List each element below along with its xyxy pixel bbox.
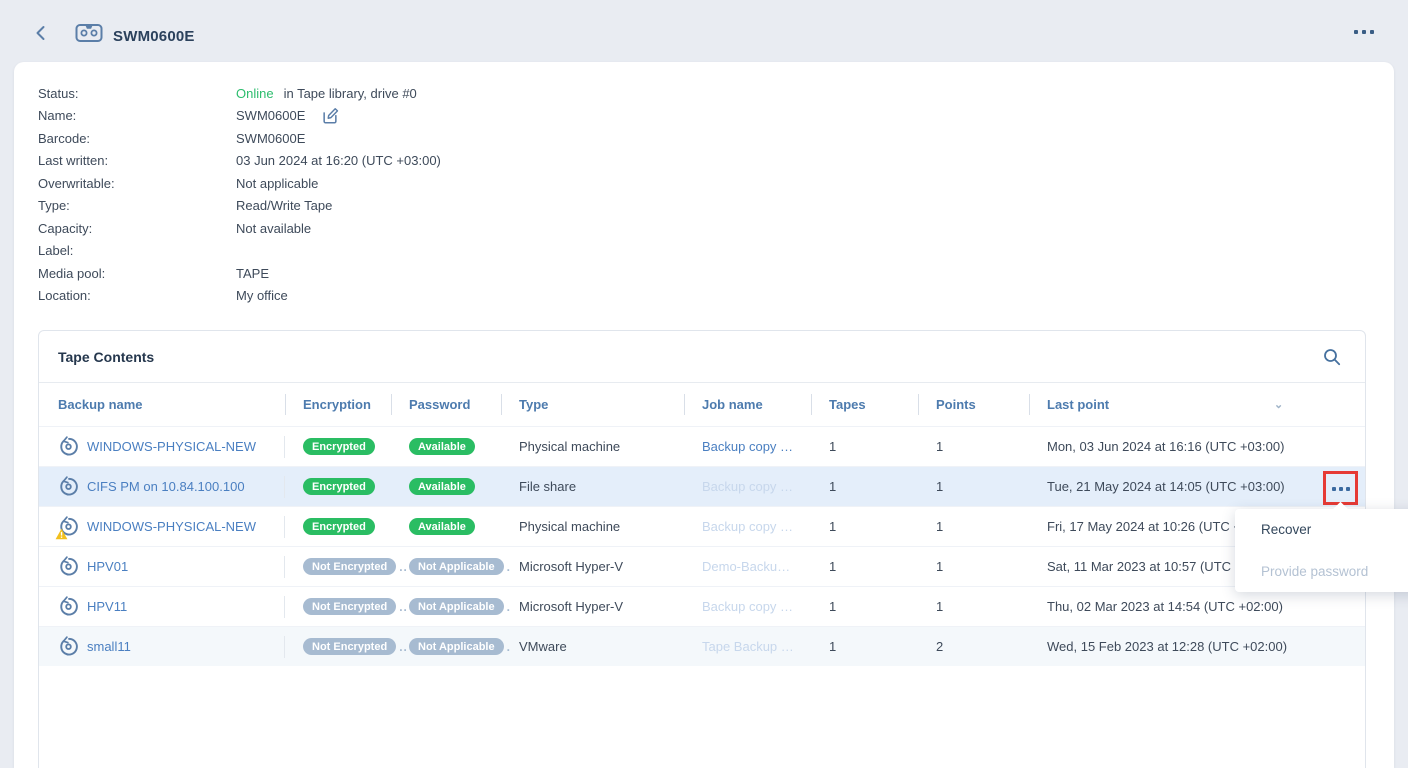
column-header-points[interactable]: Points (918, 383, 1029, 426)
detail-row-last-written: Last written: 03 Jun 2024 at 16:20 (UTC … (38, 150, 441, 173)
type-cell: Microsoft Hyper-V (501, 547, 684, 586)
password-badge: Not Applicable (409, 558, 504, 575)
type-cell: File share (501, 467, 684, 506)
job-name-link[interactable]: Backup copy … (702, 439, 793, 454)
backup-name-link[interactable]: small11 (87, 639, 131, 654)
tapes-cell: 1 (811, 587, 918, 626)
job-name-link: Demo-Backu… (702, 559, 790, 574)
menu-item-provide-password: Provide password (1235, 551, 1408, 593)
password-badge: Available (409, 478, 475, 495)
restore-point-warning-icon (58, 516, 79, 537)
points-cell: 1 (918, 507, 1029, 546)
job-name-link: Backup copy … (702, 479, 793, 494)
page-actions-ellipsis-icon[interactable] (1354, 30, 1374, 34)
column-header-type[interactable]: Type (501, 383, 684, 426)
last-point-cell: Thu, 02 Mar 2023 at 14:54 (UTC +02:00) (1029, 587, 1365, 626)
detail-row-name: Name: SWM0600E (38, 105, 441, 128)
column-header-backup-name[interactable]: Backup name (39, 383, 285, 426)
column-header-password[interactable]: Password (391, 383, 501, 426)
table-row[interactable]: HPV01 Not Encrypted.. Not Applicable. Mi… (39, 546, 1365, 586)
top-bar: SWM0600E (0, 0, 1408, 62)
table-row[interactable]: HPV11 Not Encrypted.. Not Applicable. Mi… (39, 586, 1365, 626)
tapes-cell: 1 (811, 507, 918, 546)
encryption-badge: Not Encrypted (303, 558, 396, 575)
table-row[interactable]: WINDOWS-PHYSICAL-NEW Encrypted Available… (39, 426, 1365, 466)
table-row[interactable]: small11 Not Encrypted.. Not Applicable. … (39, 626, 1365, 666)
tape-contents-panel: Tape Contents Backup name Encryption Pas… (38, 330, 1366, 768)
column-header-tapes[interactable]: Tapes (811, 383, 918, 426)
encryption-badge: Encrypted (303, 518, 375, 535)
row-context-menu: Recover Provide password (1235, 509, 1408, 592)
status-location-value: in Tape library, drive #0 (284, 86, 417, 101)
detail-row-overwritable: Overwritable: Not applicable (38, 172, 441, 195)
password-badge: Available (409, 518, 475, 535)
restore-point-icon (58, 436, 79, 457)
job-name-link: Tape Backup … (702, 639, 794, 654)
encryption-badge: Not Encrypted (303, 598, 396, 615)
tapes-cell: 1 (811, 427, 918, 466)
job-name-link: Backup copy … (702, 519, 793, 534)
table-row[interactable]: WINDOWS-PHYSICAL-NEW Encrypted Available… (39, 506, 1365, 546)
points-cell: 2 (918, 627, 1029, 666)
detail-row-label: Label: (38, 240, 441, 263)
detail-row-barcode: Barcode: SWM0600E (38, 127, 441, 150)
tape-detail-card: Status: Online in Tape library, drive #0… (14, 62, 1394, 768)
points-cell: 1 (918, 427, 1029, 466)
backup-name-link[interactable]: CIFS PM on 10.84.100.100 (87, 479, 245, 494)
status-online-value: Online (236, 86, 274, 101)
type-cell: VMware (501, 627, 684, 666)
type-cell: Physical machine (501, 427, 684, 466)
detail-row-location: Location: My office (38, 285, 441, 308)
restore-point-icon (58, 476, 79, 497)
type-cell: Microsoft Hyper-V (501, 587, 684, 626)
encryption-badge: Not Encrypted (303, 638, 396, 655)
detail-row-media-pool: Media pool: TAPE (38, 262, 441, 285)
table-row-selected[interactable]: CIFS PM on 10.84.100.100 Encrypted Avail… (39, 466, 1365, 506)
detail-row-type: Type: Read/Write Tape (38, 195, 441, 218)
tapes-cell: 1 (811, 547, 918, 586)
edit-name-icon[interactable] (321, 107, 339, 125)
last-point-cell: Tue, 21 May 2024 at 14:05 (UTC +03:00) (1029, 467, 1365, 506)
last-point-cell: Mon, 03 Jun 2024 at 16:16 (UTC +03:00) (1029, 427, 1365, 466)
encryption-badge: Encrypted (303, 478, 375, 495)
sort-descending-icon[interactable]: ⌄ (1274, 398, 1283, 411)
password-badge: Not Applicable (409, 638, 504, 655)
password-badge: Available (409, 438, 475, 455)
backup-name-link[interactable]: WINDOWS-PHYSICAL-NEW (87, 439, 256, 454)
row-actions-ellipsis-button[interactable] (1327, 475, 1354, 502)
backup-name-link[interactable]: WINDOWS-PHYSICAL-NEW (87, 519, 256, 534)
column-header-encryption[interactable]: Encryption (285, 383, 391, 426)
restore-point-icon (58, 596, 79, 617)
column-header-last-point[interactable]: Last point ⌄ (1029, 383, 1365, 426)
encryption-badge: Encrypted (303, 438, 375, 455)
tape-details: Status: Online in Tape library, drive #0… (38, 82, 441, 307)
restore-point-icon (58, 636, 79, 657)
warning-icon (55, 528, 68, 540)
name-value: SWM0600E (236, 108, 305, 123)
tapes-cell: 1 (811, 627, 918, 666)
back-button[interactable] (32, 24, 50, 42)
column-header-job-name[interactable]: Job name (684, 383, 811, 426)
tape-cassette-icon (75, 23, 103, 43)
backup-name-link[interactable]: HPV11 (87, 599, 127, 614)
points-cell: 1 (918, 547, 1029, 586)
password-badge: Not Applicable (409, 598, 504, 615)
detail-row-capacity: Capacity: Not available (38, 217, 441, 240)
panel-title: Tape Contents (58, 349, 154, 365)
backup-name-link[interactable]: HPV01 (87, 559, 128, 574)
points-cell: 1 (918, 587, 1029, 626)
table-header-row: Backup name Encryption Password Type Job… (39, 383, 1365, 426)
tapes-cell: 1 (811, 467, 918, 506)
points-cell: 1 (918, 467, 1029, 506)
page-title: SWM0600E (113, 28, 195, 45)
search-icon[interactable] (1323, 348, 1341, 366)
menu-item-recover[interactable]: Recover (1235, 509, 1408, 551)
detail-row-status: Status: Online in Tape library, drive #0 (38, 82, 441, 105)
type-cell: Physical machine (501, 507, 684, 546)
job-name-link: Backup copy … (702, 599, 793, 614)
last-point-cell: Wed, 15 Feb 2023 at 12:28 (UTC +02:00) (1029, 627, 1365, 666)
restore-point-icon (58, 556, 79, 577)
